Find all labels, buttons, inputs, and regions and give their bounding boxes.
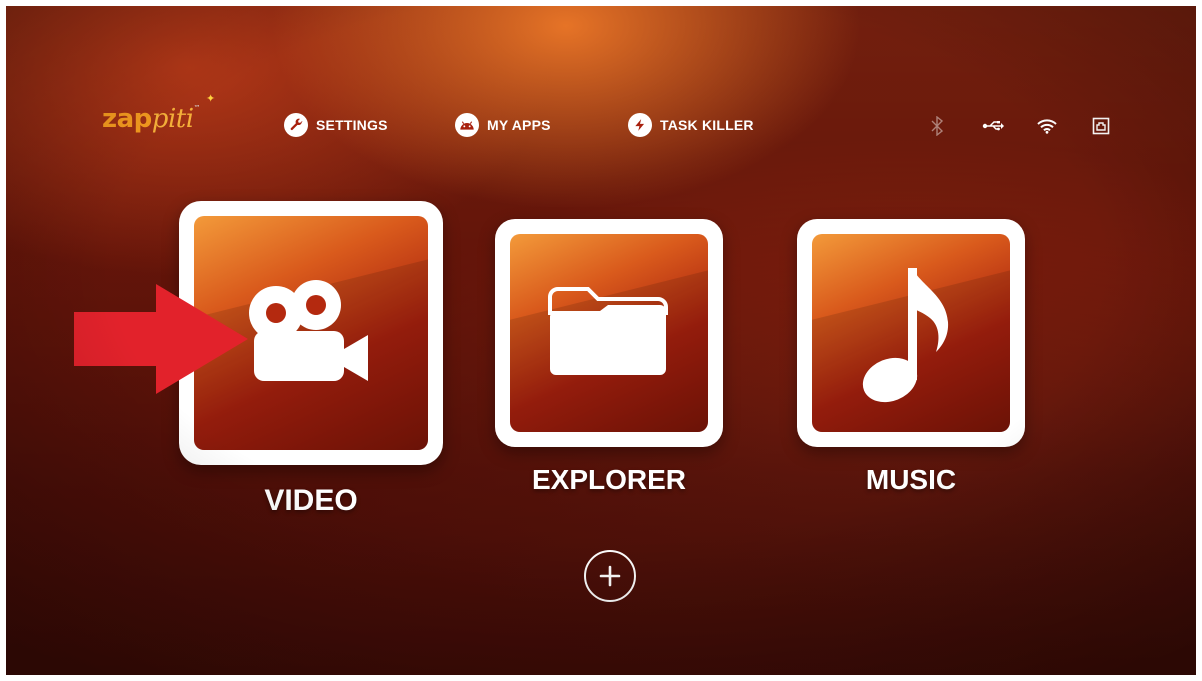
video-camera-icon <box>249 280 368 381</box>
wifi-icon <box>1034 114 1060 138</box>
music-note-icon <box>862 268 949 403</box>
android-icon <box>455 113 479 137</box>
tile-music-label: MUSIC <box>865 464 957 495</box>
my-apps-button[interactable]: MY APPS <box>455 113 551 137</box>
folder-icon <box>548 287 668 375</box>
tile-music[interactable] <box>797 219 1025 447</box>
lightning-icon <box>628 113 652 137</box>
tile-video-label: VIDEO <box>264 484 358 517</box>
tile-explorer-label: EXPLORER <box>531 464 687 495</box>
tile-explorer[interactable] <box>495 219 723 447</box>
ethernet-icon <box>1088 114 1114 138</box>
usb-icon <box>980 114 1006 138</box>
launcher-screen: zappiti™ ✦ SETTINGS MY APPS TASK KILLER <box>6 6 1196 675</box>
zappiti-logo: zappiti™ ✦ <box>102 92 215 134</box>
settings-button[interactable]: SETTINGS <box>284 113 388 137</box>
add-button[interactable] <box>584 550 636 602</box>
star-icon: ✦ <box>206 92 215 105</box>
task-killer-button[interactable]: TASK KILLER <box>628 113 754 137</box>
bluetooth-icon <box>924 114 950 138</box>
pointer-arrow-icon <box>74 284 248 394</box>
plus-icon <box>599 565 621 587</box>
wrench-icon <box>284 113 308 137</box>
